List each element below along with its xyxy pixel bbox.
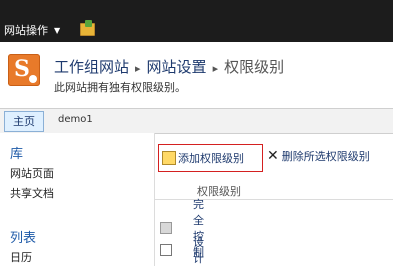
nav-heading-lists[interactable]: 列表 xyxy=(10,227,36,246)
page-description: 此网站拥有独有权限级别。 xyxy=(54,81,186,94)
add-icon xyxy=(162,151,176,165)
add-permission-level-label: 添加权限级别 xyxy=(178,152,244,165)
table-row: 设计 xyxy=(160,236,204,265)
nav-heading-libraries[interactable]: 库 xyxy=(10,143,23,162)
breadcrumb-settings[interactable]: 网站设置 xyxy=(147,58,207,76)
top-ribbon: 网站操作 ▼ xyxy=(0,0,393,42)
add-permission-level-button[interactable]: 添加权限级别 xyxy=(158,144,263,172)
table-row: 完全控制 xyxy=(160,198,204,259)
tab-demo1[interactable]: demo1 xyxy=(58,114,93,125)
site-logo-icon[interactable]: S xyxy=(8,54,40,86)
site-actions-label: 网站操作 xyxy=(4,24,48,37)
breadcrumb: 工作组网站 ▸ 网站设置 ▸ 权限级别 xyxy=(54,56,284,77)
site-actions-menu[interactable]: 网站操作 ▼ xyxy=(4,22,60,38)
nav-item-shared-docs[interactable]: 共享文档 xyxy=(10,185,54,201)
top-nav: 主页 demo1 xyxy=(0,108,393,134)
permission-level-link[interactable]: 设计 xyxy=(193,234,204,266)
breadcrumb-separator-icon: ▸ xyxy=(135,62,141,75)
row-checkbox xyxy=(160,222,172,234)
breadcrumb-current: 权限级别 xyxy=(224,58,285,76)
nav-item-calendar[interactable]: 日历 xyxy=(10,249,32,265)
delete-permission-level-button[interactable]: ✕ 删除所选权限级别 xyxy=(267,148,370,164)
navigate-up-icon[interactable] xyxy=(80,20,95,36)
breadcrumb-separator-icon: ▸ xyxy=(212,62,219,75)
delete-permission-level-label: 删除所选权限级别 xyxy=(281,150,370,163)
tab-home[interactable]: 主页 xyxy=(4,111,44,132)
close-icon: ✕ xyxy=(267,148,279,164)
table-header: 权限级别 xyxy=(155,182,393,200)
permission-toolbar: 添加权限级别 ✕ 删除所选权限级别 xyxy=(155,144,393,172)
nav-item-site-pages[interactable]: 网站页面 xyxy=(10,165,54,181)
breadcrumb-site[interactable]: 工作组网站 xyxy=(54,58,129,76)
quick-launch: 库 网站页面 共享文档 列表 日历 xyxy=(0,133,155,266)
row-checkbox[interactable] xyxy=(160,244,172,256)
chevron-down-icon: ▼ xyxy=(54,25,61,35)
